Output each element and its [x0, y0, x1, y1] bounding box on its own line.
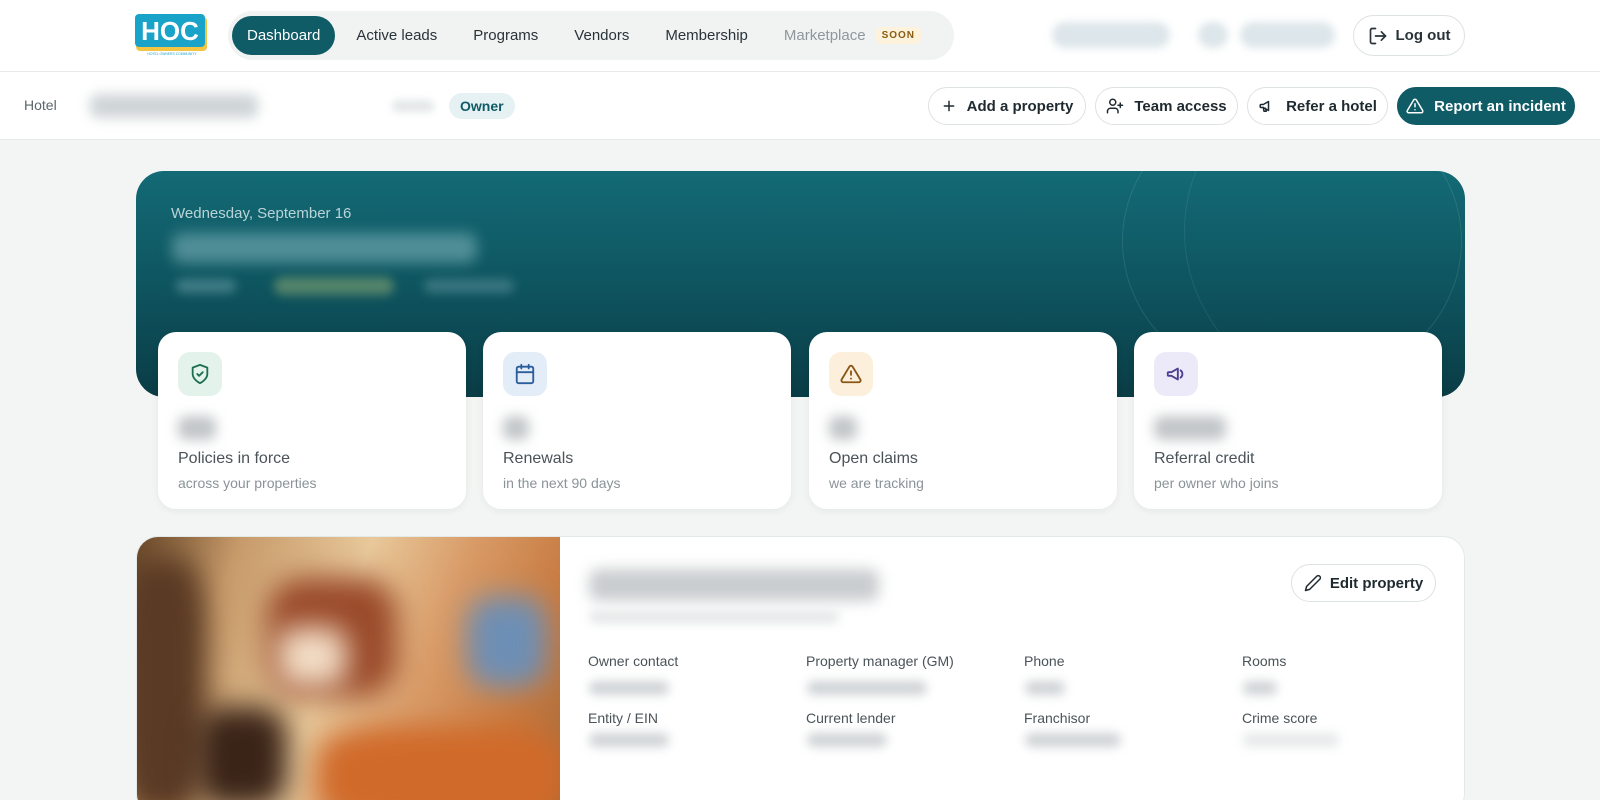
shield-check-icon	[178, 352, 222, 396]
refer-hotel-button[interactable]: Refer a hotel	[1247, 87, 1388, 125]
team-access-label: Team access	[1134, 97, 1227, 115]
property-photo	[137, 537, 560, 800]
stat-card-open-claims[interactable]: Open claims we are tracking	[809, 332, 1117, 509]
logout-label: Log out	[1395, 27, 1451, 44]
redacted-field-value	[1025, 681, 1065, 695]
stat-sublabel: we are tracking	[829, 475, 924, 491]
nav-dashboard[interactable]: Dashboard	[232, 16, 336, 55]
field-owner-contact: Owner contact	[588, 653, 679, 669]
stat-sublabel: per owner who joins	[1154, 475, 1279, 491]
redacted-field-value	[807, 681, 927, 695]
redacted-stat-value	[178, 416, 216, 440]
hotel-selector[interactable]	[90, 94, 258, 118]
stat-label: Open claims	[829, 450, 918, 467]
redacted-stat-value	[829, 416, 857, 440]
nav-programs[interactable]: Programs	[458, 16, 553, 55]
stat-label: Renewals	[503, 450, 574, 467]
redacted-field-value	[589, 733, 669, 747]
stat-card-referral-credit[interactable]: Referral credit per owner who joins	[1134, 332, 1442, 509]
redacted-user-name	[1240, 22, 1335, 48]
edit-property-label: Edit property	[1329, 574, 1424, 592]
refer-hotel-label: Refer a hotel	[1286, 97, 1377, 115]
field-property-manager: Property manager (GM)	[806, 653, 954, 669]
alert-triangle-icon	[1406, 98, 1424, 114]
redacted-field-value	[1025, 733, 1121, 747]
property-panel: Edit property Owner contact Property man…	[136, 536, 1465, 800]
field-phone: Phone	[1024, 653, 1065, 669]
plus-icon	[943, 100, 955, 112]
stat-label: Policies in force	[178, 450, 291, 467]
redacted-property-address	[589, 611, 839, 623]
team-access-button[interactable]: Team access	[1095, 87, 1238, 125]
redacted-field-value	[807, 733, 887, 747]
svg-text:HOTEL OWNERS COMMUNITY: HOTEL OWNERS COMMUNITY	[147, 52, 197, 56]
stat-card-policies[interactable]: Policies in force across your properties	[158, 332, 466, 509]
add-property-button[interactable]: Add a property	[928, 87, 1086, 125]
nav-membership[interactable]: Membership	[650, 16, 763, 55]
user-plus-icon	[1107, 98, 1124, 114]
stat-card-renewals[interactable]: Renewals in the next 90 days	[483, 332, 791, 509]
redacted-field-value	[1243, 733, 1339, 747]
alert-triangle-icon	[829, 352, 873, 396]
logout-icon	[1369, 27, 1386, 44]
nav-active-leads[interactable]: Active leads	[341, 16, 452, 55]
nav-marketplace[interactable]: Marketplace SOON	[769, 16, 936, 55]
property-toolbar: Hotel Owner Add a property Team access R…	[0, 72, 1600, 140]
redacted-summary	[274, 277, 394, 295]
field-crime-score: Crime score	[1242, 710, 1318, 726]
stat-sublabel: in the next 90 days	[503, 475, 621, 491]
redacted-summary	[424, 279, 514, 293]
stat-label: Referral credit	[1154, 450, 1255, 467]
add-property-label: Add a property	[966, 97, 1074, 115]
redacted-hotel-detail	[392, 100, 434, 112]
redacted-stat-value	[1154, 416, 1226, 440]
report-incident-button[interactable]: Report an incident	[1397, 87, 1575, 125]
redacted-field-value	[589, 681, 669, 695]
main-nav: Dashboard Active leads Programs Vendors …	[228, 11, 954, 60]
current-date: Wednesday, September 16	[171, 205, 352, 222]
soon-badge: SOON	[875, 27, 922, 44]
redacted-stat-value	[503, 416, 529, 440]
nav-vendors[interactable]: Vendors	[559, 16, 644, 55]
redacted-field-value	[1243, 681, 1277, 695]
report-incident-label: Report an incident	[1434, 97, 1566, 115]
edit-property-button[interactable]: Edit property	[1291, 564, 1436, 602]
top-navigation: HOC HOTEL OWNERS COMMUNITY Dashboard Act…	[0, 0, 1600, 72]
svg-text:HOC: HOC	[141, 16, 199, 46]
field-current-lender: Current lender	[806, 710, 896, 726]
hotel-label: Hotel	[24, 97, 57, 113]
role-badge: Owner	[449, 93, 515, 119]
pencil-icon	[1304, 574, 1321, 592]
stat-sublabel: across your properties	[178, 475, 317, 491]
field-entity-ein: Entity / EIN	[588, 710, 659, 726]
field-rooms: Rooms	[1242, 653, 1287, 669]
redacted-avatar	[1198, 22, 1228, 48]
logout-button[interactable]: Log out	[1353, 15, 1465, 56]
field-franchisor: Franchisor	[1024, 710, 1091, 726]
redacted-greeting	[172, 233, 477, 263]
megaphone-icon	[1154, 352, 1198, 396]
nav-marketplace-label: Marketplace	[783, 27, 866, 44]
megaphone-icon	[1259, 100, 1270, 112]
hoc-logo[interactable]: HOC HOTEL OWNERS COMMUNITY	[135, 14, 209, 56]
calendar-icon	[503, 352, 547, 396]
redacted-property-name	[589, 569, 879, 601]
redacted-nav-pill	[1052, 22, 1170, 48]
redacted-summary	[176, 279, 236, 293]
